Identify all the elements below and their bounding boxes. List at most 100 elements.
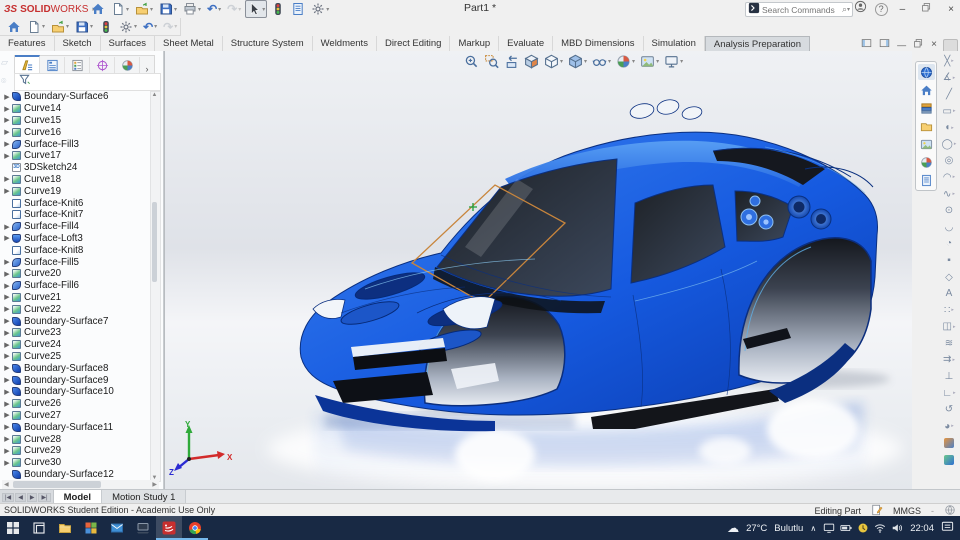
view-orientation-button[interactable]: ▾ — [543, 53, 564, 70]
taskbar-solidworks[interactable] — [156, 516, 182, 540]
tree-item-boundary-surface10[interactable]: ▶Boundary-Surface10 — [2, 386, 150, 398]
expand-arrow-icon[interactable]: ▶ — [2, 376, 12, 384]
tray-display-icon[interactable] — [823, 522, 835, 534]
expand-arrow-icon[interactable]: ▶ — [2, 388, 12, 396]
options-button[interactable]: ▾ — [309, 0, 331, 18]
doc-restore-button[interactable] — [912, 38, 925, 51]
tree-item-boundary-surface8[interactable]: ▶Boundary-Surface8 — [2, 362, 150, 374]
ribbon-tab-weldments[interactable]: Weldments — [313, 36, 377, 51]
expand-arrow-icon[interactable]: ▶ — [2, 223, 12, 231]
search-input[interactable] — [760, 4, 842, 16]
section-view-button[interactable] — [523, 53, 540, 70]
home-button[interactable] — [5, 18, 23, 36]
edit-appearance-button[interactable]: ▾ — [615, 53, 636, 70]
tree-item-curve30[interactable]: ▶Curve30 — [2, 457, 150, 469]
action-center-icon[interactable] — [941, 520, 954, 536]
ribbon-tab-simulation[interactable]: Simulation — [644, 36, 705, 51]
tree-item-curve16[interactable]: ▶Curve16 — [2, 126, 150, 138]
redo-button[interactable]: ↷▾ — [225, 0, 243, 18]
tray-wifi-icon[interactable] — [874, 522, 886, 534]
minimize-button[interactable]: – — [896, 4, 910, 15]
ribbon-tab-features[interactable]: Features — [0, 36, 55, 51]
open-button[interactable]: ▾ — [133, 0, 155, 18]
undo-button[interactable]: ↶▾ — [141, 18, 159, 36]
tree-item-curve17[interactable]: ▶Curve17 — [2, 150, 150, 162]
add-relation-icon[interactable]: ∟▸ — [939, 385, 959, 402]
text-icon[interactable]: A — [939, 285, 959, 302]
tray-battery-icon[interactable] — [840, 522, 852, 534]
doc-close-button[interactable]: × — [930, 39, 938, 50]
display-style-button[interactable]: ▾ — [567, 53, 588, 70]
tree-item-curve14[interactable]: ▶Curve14 — [2, 103, 150, 115]
convert-entities-icon[interactable]: ⇉▸ — [939, 352, 959, 369]
panel-tab-featuremanager[interactable] — [15, 55, 40, 74]
model-nav-3[interactable]: ▶| — [38, 493, 50, 502]
tree-item-surface-knit7[interactable]: Surface-Knit7 — [2, 209, 150, 221]
task-pane-view-palette-icon[interactable] — [918, 136, 935, 152]
expand-arrow-icon[interactable]: ▶ — [2, 128, 12, 136]
tray-chevron-icon[interactable]: ∧ — [810, 524, 816, 533]
tree-item-surface-loft3[interactable]: ▶Surface-Loft3 — [2, 233, 150, 245]
tree-scroll-thumb[interactable] — [152, 202, 157, 282]
perimeter-circle-icon[interactable]: ◎ — [939, 153, 959, 170]
tree-item-curve28[interactable]: ▶Curve28 — [2, 433, 150, 445]
tree-item-curve15[interactable]: ▶Curve15 — [2, 115, 150, 127]
ribbon-tab-sketch[interactable]: Sketch — [55, 36, 101, 51]
tree-item-curve25[interactable]: ▶Curve25 — [2, 351, 150, 363]
instant2d-icon[interactable]: ◕▸ — [939, 418, 959, 435]
expand-arrow-icon[interactable]: ▶ — [2, 317, 12, 325]
tree-vertical-scrollbar[interactable]: ▲ ▼ — [150, 91, 161, 482]
linear-sketch-pattern-icon[interactable]: ∷▸ — [939, 302, 959, 319]
task-pane-custom-properties-icon[interactable] — [918, 172, 935, 188]
smart-dimension-icon[interactable]: ∡▸ — [939, 70, 959, 87]
taskbar-task-view[interactable] — [26, 516, 52, 540]
expand-arrow-icon[interactable]: ▶ — [2, 364, 12, 372]
filter-icon[interactable] — [18, 73, 31, 91]
expand-arrow-icon[interactable]: ▶ — [2, 282, 12, 290]
user-account-icon[interactable] — [854, 0, 867, 18]
tree-item-boundary-surface11[interactable]: ▶Boundary-Surface11 — [2, 421, 150, 433]
tree-item-boundary-surface9[interactable]: ▶Boundary-Surface9 — [2, 374, 150, 386]
view-settings-button[interactable]: ▾ — [663, 53, 684, 70]
doc-pane-right-button[interactable] — [878, 38, 891, 51]
panel-tab-dimxpertmanager[interactable] — [90, 57, 115, 74]
expand-arrow-icon[interactable]: ▶ — [2, 175, 12, 183]
expand-arrow-icon[interactable]: ▶ — [2, 411, 12, 419]
tree-item-boundary-surface12[interactable]: Boundary-Surface12 — [2, 469, 150, 481]
model-tab-motion-study-1[interactable]: Motion Study 1 — [102, 490, 186, 504]
tree-item-curve20[interactable]: ▶Curve20 — [2, 268, 150, 280]
panel-tab-configurationmanager[interactable] — [65, 57, 90, 74]
taskbar-mail[interactable] — [104, 516, 130, 540]
tree-item-boundary-surface7[interactable]: ▶Boundary-Surface7 — [2, 315, 150, 327]
scroll-right-arrow[interactable]: ▶ — [150, 481, 159, 488]
panel-tab-displaymanager[interactable] — [115, 57, 140, 74]
tree-item-curve22[interactable]: ▶Curve22 — [2, 303, 150, 315]
panel-tab-propertymanager[interactable] — [40, 57, 65, 74]
home-button[interactable] — [89, 0, 107, 18]
tree-filter-bar[interactable] — [14, 73, 161, 91]
taskbar-clock[interactable]: 22:04 — [910, 523, 934, 534]
tree-item-curve24[interactable]: ▶Curve24 — [2, 339, 150, 351]
tray-sync-alert-icon[interactable] — [857, 522, 869, 534]
expand-arrow-icon[interactable]: ▶ — [2, 258, 12, 266]
expand-arrow-icon[interactable]: ▶ — [2, 234, 12, 242]
tree-item-surface-fill3[interactable]: ▶Surface-Fill3 — [2, 138, 150, 150]
close-button[interactable]: × — [944, 4, 958, 15]
sketch-picture-icon[interactable] — [939, 451, 959, 468]
ribbon-tab-direct-editing[interactable]: Direct Editing — [377, 36, 451, 51]
print-button[interactable]: ▾ — [181, 0, 203, 18]
expand-arrow-icon[interactable]: ▶ — [2, 400, 12, 408]
taskbar-file-explorer[interactable] — [52, 516, 78, 540]
redo-button[interactable]: ↷▾ — [161, 18, 179, 36]
options-button[interactable]: ▾ — [117, 18, 139, 36]
weather-desc[interactable]: Bulutlu — [774, 523, 803, 534]
weather-icon[interactable]: ☁ — [727, 521, 739, 535]
expand-arrow-icon[interactable]: ▶ — [2, 116, 12, 124]
file-properties-button[interactable] — [289, 0, 307, 18]
graphics-viewport[interactable]: Y X Z ▾▾▾▾▾▾ — [164, 51, 913, 489]
rebuild-button[interactable] — [269, 0, 287, 18]
zoom-to-area-button[interactable] — [483, 53, 500, 70]
weather-temp[interactable]: 27°C — [746, 523, 767, 534]
task-pane-appearances-scenes-icon[interactable] — [918, 154, 935, 170]
tree-item-curve29[interactable]: ▶Curve29 — [2, 445, 150, 457]
